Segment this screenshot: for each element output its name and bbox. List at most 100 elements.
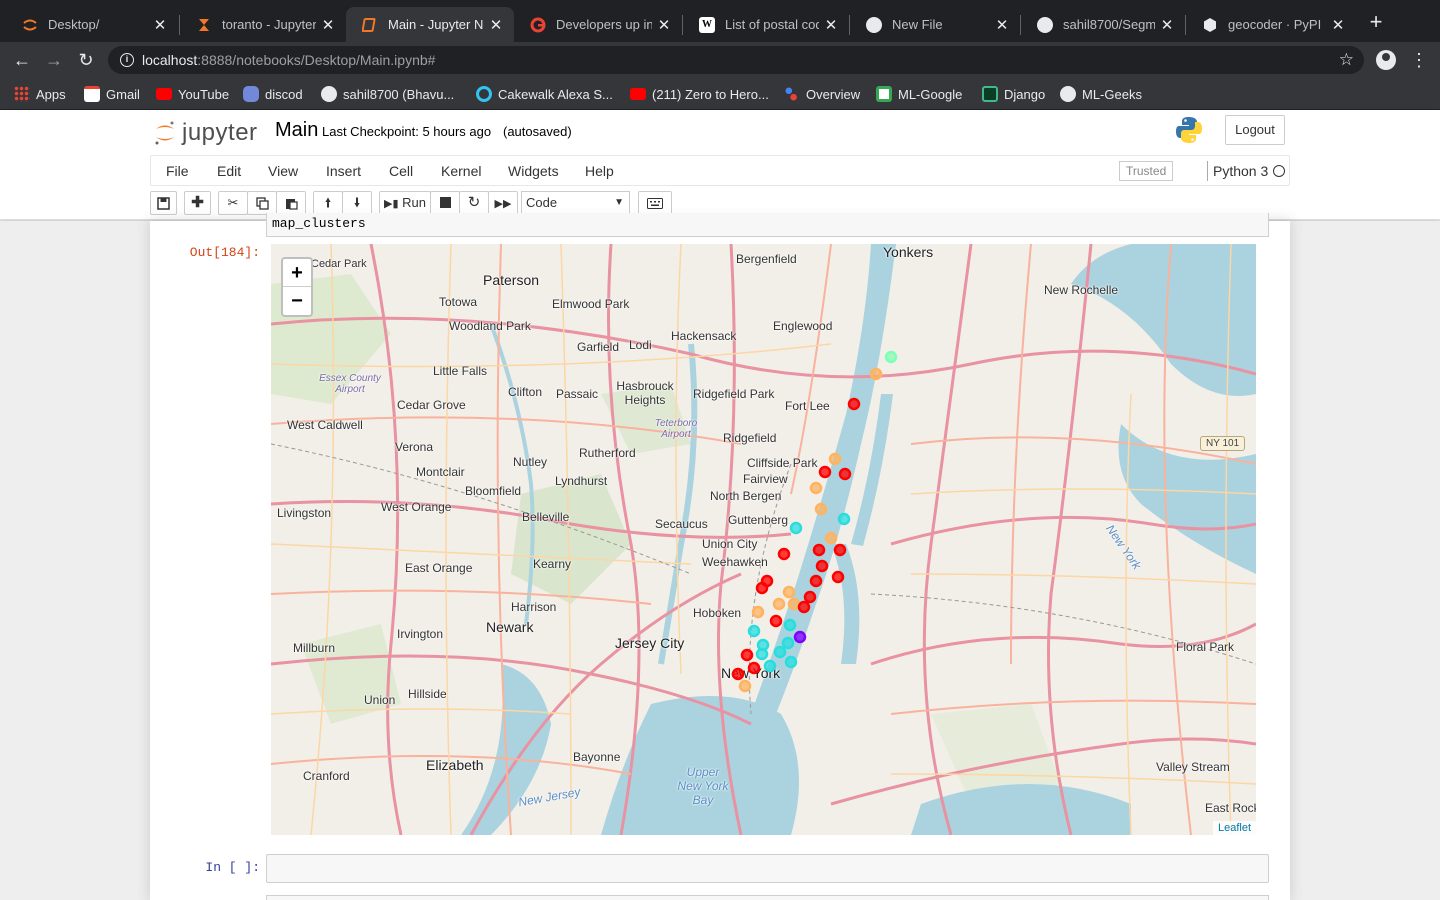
move-down-button[interactable]: 🠛 [342,191,372,215]
cluster-marker-cluster-4[interactable] [738,679,752,693]
cluster-marker-cluster-2[interactable] [784,655,798,669]
cluster-marker-cluster-4[interactable] [824,531,838,545]
browser-tab[interactable]: W List of postal code ✕ [683,7,849,42]
close-icon[interactable]: ✕ [990,16,1014,34]
code-cell-input[interactable] [266,213,1269,237]
cluster-marker-cluster-4[interactable] [787,597,801,611]
cluster-marker-cluster-4[interactable] [869,367,883,381]
close-icon[interactable]: ✕ [819,16,843,34]
browser-tab[interactable]: toranto - Jupyter N ✕ [180,7,346,42]
close-icon[interactable]: ✕ [148,16,172,34]
logout-button[interactable]: Logout [1225,115,1285,145]
cluster-marker-cluster-0[interactable] [747,661,761,675]
bookmark-discod[interactable]: discod [243,85,303,103]
cluster-marker-cluster-0[interactable] [809,574,823,588]
browser-tab[interactable]: Desktop/ ✕ [6,7,178,42]
cluster-marker-cluster-2[interactable] [783,618,797,632]
close-icon[interactable]: ✕ [484,16,508,34]
restart-button[interactable]: ↻ [459,191,489,215]
bookmark-youtube[interactable]: YouTube [156,85,229,103]
browser-tab[interactable]: New File ✕ [850,7,1020,42]
browser-tab[interactable]: Developers up in a ✕ [514,7,682,42]
bookmark-cakewalk[interactable]: Cakewalk Alexa S... [476,85,613,103]
cluster-marker-cluster-4[interactable] [772,597,786,611]
bookmark-github[interactable]: sahil8700 (Bhavu... [321,85,454,103]
jupyter-logo[interactable]: jupyter [154,116,258,150]
back-arrow-icon[interactable]: ← [10,48,34,72]
cluster-marker-cluster-0[interactable] [797,600,811,614]
save-button[interactable] [150,191,177,215]
cut-button[interactable]: ✂ [218,191,248,215]
cluster-marker-cluster-4[interactable] [809,481,823,495]
close-icon[interactable]: ✕ [316,16,340,34]
cluster-marker-cluster-4[interactable] [814,502,828,516]
menu-widgets[interactable]: Widgets [508,163,559,179]
cluster-marker-cluster-2[interactable] [755,647,769,661]
cell-type-select[interactable]: Code ▼ [521,191,630,215]
close-icon[interactable]: ✕ [1155,16,1179,34]
cluster-marker-cluster-0[interactable] [815,559,829,573]
cluster-marker-cluster-2[interactable] [837,512,851,526]
run-button[interactable]: ▶▮ Run [379,191,431,215]
cluster-marker-cluster-3[interactable] [884,350,898,364]
cluster-marker-cluster-4[interactable] [751,605,765,619]
insert-cell-button[interactable]: ✚ [184,191,211,215]
cluster-marker-cluster-0[interactable] [731,667,745,681]
menu-edit[interactable]: Edit [217,163,241,179]
cluster-marker-cluster-0[interactable] [769,614,783,628]
address-bar[interactable]: i localhost:8888/notebooks/Desktop/Main.… [108,46,1364,74]
browser-tab[interactable]: geocoder · PyPI ✕ [1186,7,1356,42]
cluster-marker-cluster-4[interactable] [828,452,842,466]
paste-button[interactable] [276,191,306,215]
bookmark-django[interactable]: Django [982,85,1045,103]
info-icon[interactable]: i [120,53,134,67]
star-icon[interactable]: ☆ [1339,50,1354,70]
close-icon[interactable]: ✕ [652,16,676,34]
profile-avatar-icon[interactable] [1376,50,1396,70]
zoom-out-button[interactable]: − [283,287,311,315]
folium-map[interactable]: Cedar Park Yonkers Paterson Bergenfield … [271,244,1256,835]
cluster-marker-cluster-0[interactable] [777,547,791,561]
code-cell-input-next[interactable] [266,895,1269,900]
copy-button[interactable] [247,191,277,215]
browser-tab-active[interactable]: Main - Jupyter Not ✕ [346,7,514,42]
menu-cell[interactable]: Cell [389,163,413,179]
bookmark-zero-to-hero[interactable]: (211) Zero to Hero... [630,85,769,103]
code-cell-input-empty[interactable] [266,854,1269,883]
reload-icon[interactable]: ↻ [74,48,98,72]
cluster-marker-cluster-2[interactable] [781,636,795,650]
cluster-marker-cluster-0[interactable] [812,543,826,557]
bookmark-ml-google[interactable]: ML-Google [876,85,962,103]
close-icon[interactable]: ✕ [1326,16,1350,34]
cluster-marker-cluster-0[interactable] [847,397,861,411]
menu-file[interactable]: File [166,163,189,179]
notebook-name[interactable]: Main [275,119,318,142]
interrupt-button[interactable] [430,191,460,215]
new-tab-button[interactable]: + [1364,10,1388,34]
trusted-badge[interactable]: Trusted [1119,161,1174,181]
cluster-marker-cluster-2[interactable] [789,521,803,535]
cluster-marker-cluster-0[interactable] [818,465,832,479]
cluster-marker-cluster-0[interactable] [803,590,817,604]
cluster-marker-cluster-2[interactable] [747,624,761,638]
bookmark-ml-geeks[interactable]: ML-Geeks [1060,85,1142,103]
cluster-marker-cluster-2[interactable] [763,659,777,673]
cluster-marker-cluster-0[interactable] [740,648,754,662]
bookmark-overview[interactable]: Overview [784,85,860,103]
command-palette-button[interactable] [638,191,672,215]
kebab-menu-icon[interactable]: ⋮ [1410,48,1428,72]
menu-help[interactable]: Help [585,163,614,179]
cluster-marker-cluster-1[interactable] [793,630,807,644]
leaflet-attribution-link[interactable]: Leaflet [1212,821,1256,835]
restart-run-all-button[interactable]: ▶▶ [488,191,518,215]
menu-view[interactable]: View [268,163,298,179]
move-up-button[interactable]: 🠙 [313,191,343,215]
cluster-marker-cluster-4[interactable] [782,585,796,599]
menu-insert[interactable]: Insert [326,163,361,179]
cluster-marker-cluster-0[interactable] [755,581,769,595]
bookmark-gmail[interactable]: Gmail [84,85,140,103]
cluster-marker-cluster-0[interactable] [831,570,845,584]
cluster-marker-cluster-2[interactable] [773,645,787,659]
cluster-marker-cluster-0[interactable] [833,543,847,557]
zoom-in-button[interactable]: + [283,259,311,287]
